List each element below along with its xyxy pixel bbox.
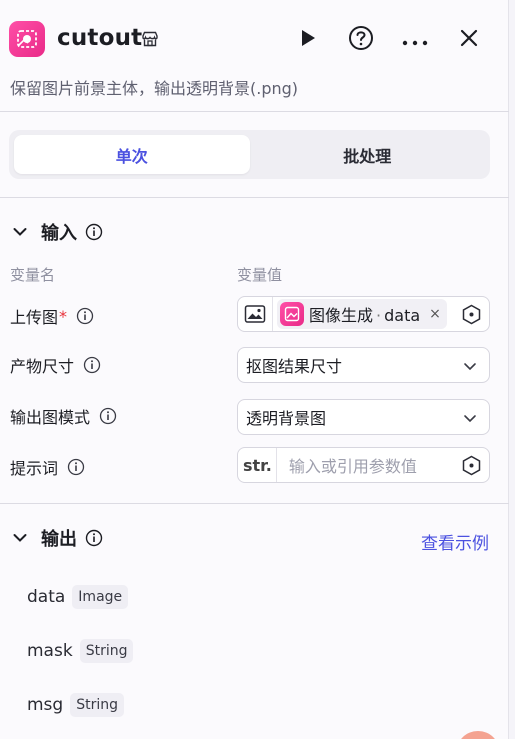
- tab-batch[interactable]: 批处理: [250, 135, 486, 174]
- chevron-down-icon: [463, 358, 477, 372]
- prompt-input[interactable]: str. 输入或引用参数值: [237, 447, 490, 483]
- info-icon[interactable]: [85, 223, 103, 241]
- node-title: cutout: [57, 25, 143, 51]
- more-icon: [402, 31, 428, 50]
- play-icon: [299, 28, 317, 52]
- chevron-down-icon: [463, 410, 477, 424]
- select-value: 透明背景图: [246, 409, 327, 428]
- info-icon[interactable]: [99, 407, 117, 425]
- close-icon: [459, 28, 479, 52]
- output-item: msg String: [27, 693, 124, 717]
- required-mark: *: [59, 306, 68, 326]
- node-description: 保留图片前景主体，输出透明背景(.png): [10, 79, 299, 98]
- output-type-badge: String: [79, 639, 134, 663]
- help-icon: [348, 25, 374, 55]
- type-badge-str: str.: [243, 455, 272, 475]
- param-label-mode: 输出图模式: [10, 404, 117, 428]
- info-icon[interactable]: [83, 356, 101, 374]
- select-value: 抠图结果尺寸: [246, 357, 343, 376]
- param-label-size: 产物尺寸: [10, 353, 101, 377]
- output-name: msg: [27, 695, 64, 715]
- column-label-name: 变量名: [10, 266, 56, 284]
- image-generation-icon: [280, 302, 304, 326]
- param-name: 输出图模式: [10, 408, 91, 427]
- close-button[interactable]: [455, 26, 483, 54]
- section-divider: [0, 197, 509, 198]
- size-select[interactable]: 抠图结果尺寸: [237, 347, 490, 383]
- chip-separator: ·: [376, 306, 382, 325]
- column-label-value: 变量值: [237, 266, 283, 284]
- param-name: 产物尺寸: [10, 357, 75, 376]
- chip-source: 图像生成: [309, 306, 374, 325]
- field-separator: [272, 297, 273, 331]
- info-icon[interactable]: [67, 458, 85, 476]
- store-icon[interactable]: [141, 30, 159, 48]
- run-mode-tabs: 单次 批处理: [9, 130, 490, 179]
- cutout-app-icon: [9, 21, 45, 57]
- info-icon[interactable]: [76, 307, 94, 325]
- prompt-placeholder: 输入或引用参数值: [288, 457, 417, 476]
- output-section-header: 输出: [0, 523, 103, 553]
- tab-single[interactable]: 单次: [14, 135, 250, 174]
- help-button[interactable]: [347, 26, 375, 54]
- upload-image-field[interactable]: 图像生成 · data ×: [237, 296, 490, 332]
- field-separator: [275, 448, 277, 482]
- chip-variable: data: [384, 306, 421, 325]
- output-name: data: [27, 587, 66, 607]
- reference-icon[interactable]: [461, 304, 482, 325]
- param-label-upload: 上传图 *: [10, 304, 94, 328]
- mode-select[interactable]: 透明背景图: [237, 399, 490, 435]
- param-name: 上传图: [10, 308, 59, 327]
- section-divider: [0, 503, 509, 504]
- chevron-down-icon[interactable]: [10, 528, 30, 548]
- output-type-badge: Image: [72, 585, 129, 609]
- output-section-title: 输出: [41, 529, 77, 550]
- output-item: mask String: [27, 639, 134, 663]
- output-type-badge: String: [70, 693, 124, 717]
- reference-icon[interactable]: [461, 455, 482, 476]
- reference-chip[interactable]: 图像生成 · data ×: [277, 299, 447, 329]
- input-section-header: 输入: [0, 217, 103, 247]
- run-button[interactable]: [294, 26, 322, 54]
- output-name: mask: [27, 641, 73, 661]
- floating-action-button[interactable]: [456, 731, 500, 739]
- chevron-down-icon[interactable]: [10, 222, 30, 242]
- output-item: data Image: [27, 585, 129, 609]
- image-upload-icon[interactable]: [244, 304, 266, 324]
- view-example-link[interactable]: 查看示例: [421, 529, 489, 554]
- info-icon[interactable]: [85, 529, 103, 547]
- param-label-prompt: 提示词: [10, 455, 85, 479]
- more-button[interactable]: [401, 26, 429, 54]
- node-panel: cutout 保留图片前景主体，输出透明背景(.png) 单次 批处理 输入 变…: [0, 0, 509, 739]
- chip-remove-button[interactable]: ×: [429, 306, 441, 322]
- panel-header: cutout 保留图片前景主体，输出透明背景(.png): [0, 0, 509, 112]
- param-name: 提示词: [10, 459, 59, 478]
- input-section-title: 输入: [41, 223, 77, 244]
